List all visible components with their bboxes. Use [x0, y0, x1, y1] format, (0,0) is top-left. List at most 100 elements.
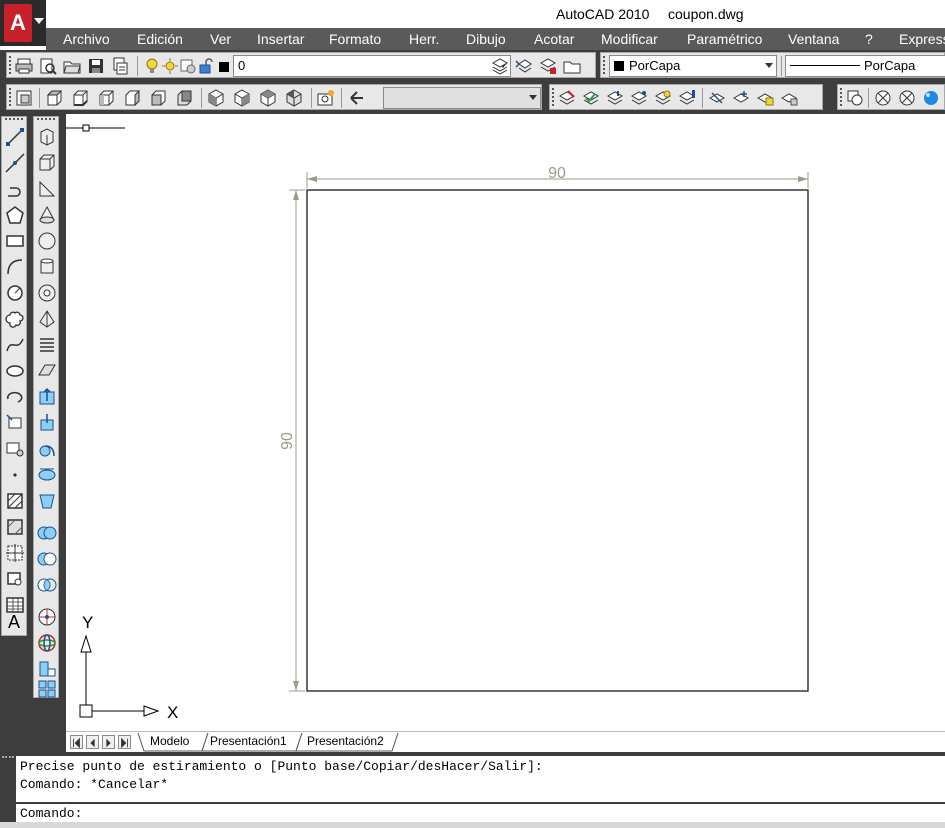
- sweep-icon[interactable]: [37, 439, 57, 459]
- layer-states-icon[interactable]: [539, 57, 557, 75]
- layer-viewport-icon[interactable]: [179, 57, 197, 75]
- menu-herr[interactable]: Herr.: [409, 31, 439, 47]
- pyramid-solid-icon[interactable]: [37, 309, 57, 329]
- helix-icon[interactable]: [37, 335, 57, 355]
- box-solid-icon[interactable]: [37, 153, 57, 173]
- 2d-wireframe-icon[interactable]: [874, 89, 892, 107]
- camera-icon[interactable]: [317, 89, 335, 107]
- linetype-dropdown[interactable]: PorCapa: [785, 55, 945, 77]
- print-icon[interactable]: [15, 57, 33, 75]
- vertical-dimension[interactable]: 90: [279, 189, 305, 692]
- sw-isometric-icon[interactable]: [207, 89, 225, 107]
- command-input[interactable]: Comando:: [16, 804, 945, 824]
- toolbar-grip[interactable]: [840, 88, 844, 106]
- circle-icon[interactable]: [5, 283, 25, 303]
- toolbar-grip[interactable]: [9, 88, 13, 106]
- tab-modelo[interactable]: Modelo: [150, 732, 189, 752]
- open-folder-icon[interactable]: [63, 57, 81, 75]
- polyline-icon[interactable]: [5, 179, 25, 199]
- extrude-icon[interactable]: [37, 387, 57, 407]
- toolbar-grip[interactable]: [5, 118, 23, 122]
- 3d-align-icon[interactable]: [37, 659, 57, 679]
- print-preview-icon[interactable]: [39, 57, 57, 75]
- layer-lock-icon[interactable]: [756, 89, 774, 107]
- tab-presentacion2[interactable]: Presentación2: [307, 732, 384, 752]
- se-isometric-icon[interactable]: [233, 89, 251, 107]
- menu-ayuda[interactable]: ?: [865, 31, 873, 47]
- layer-change-current-icon[interactable]: [582, 89, 600, 107]
- subtract-icon[interactable]: [37, 549, 57, 569]
- square-coupon-outline[interactable]: [306, 189, 809, 692]
- construction-line-icon[interactable]: [5, 153, 25, 173]
- layer-on-bulb-icon[interactable]: [143, 57, 161, 75]
- save-icon[interactable]: [87, 57, 105, 75]
- realistic-style-icon[interactable]: [922, 89, 940, 107]
- 3d-array-icon[interactable]: [37, 679, 57, 699]
- color-dropdown[interactable]: PorCapa: [609, 55, 777, 77]
- revolve-icon[interactable]: [37, 465, 57, 485]
- menu-ver[interactable]: Ver: [210, 31, 231, 47]
- 3d-rotate-icon[interactable]: [37, 633, 57, 653]
- view-bottom-cube-icon[interactable]: [71, 89, 89, 107]
- planar-surface-icon[interactable]: [37, 361, 57, 381]
- union-icon[interactable]: [37, 523, 57, 543]
- toolbar-grip[interactable]: [37, 118, 55, 122]
- spline-icon[interactable]: [5, 335, 25, 355]
- hidden-style-icon[interactable]: [898, 89, 916, 107]
- nw-isometric-icon[interactable]: [285, 89, 303, 107]
- layer-match-icon[interactable]: [558, 89, 576, 107]
- tab-presentacion1[interactable]: Presentación1: [210, 732, 287, 752]
- named-views-icon[interactable]: [15, 89, 33, 107]
- ucs-combo[interactable]: [383, 87, 541, 109]
- cone-solid-icon[interactable]: [37, 205, 57, 225]
- toolbar-grip[interactable]: [603, 56, 607, 74]
- gradient-icon[interactable]: [5, 517, 25, 537]
- menu-express[interactable]: Express: [899, 31, 945, 47]
- application-menu-button[interactable]: A: [0, 0, 46, 46]
- ne-isometric-icon[interactable]: [259, 89, 277, 107]
- layer-off-icon[interactable]: [708, 89, 726, 107]
- layer-isolate-icon[interactable]: [654, 89, 672, 107]
- layer-thaw-sun-icon[interactable]: [161, 57, 179, 75]
- hatch-icon[interactable]: [5, 491, 25, 511]
- layer-merge-icon[interactable]: [678, 89, 696, 107]
- horizontal-dimension[interactable]: 90: [306, 165, 809, 188]
- view-top-cube-icon[interactable]: [45, 89, 63, 107]
- layer-dropdown[interactable]: 0: [233, 55, 511, 77]
- layer-unlock-tool-icon[interactable]: [780, 89, 798, 107]
- layer-copy-objects-icon[interactable]: [606, 89, 624, 107]
- tab-last-button[interactable]: [118, 735, 131, 749]
- loft-icon[interactable]: [37, 491, 57, 511]
- menu-archivo[interactable]: Archivo: [63, 31, 110, 47]
- ucs-previous-icon[interactable]: [347, 89, 365, 107]
- presspull-icon[interactable]: [37, 413, 57, 433]
- tab-next-button[interactable]: [102, 735, 115, 749]
- polysolid-icon[interactable]: [37, 127, 57, 147]
- tab-prev-button[interactable]: [86, 735, 99, 749]
- toolbar-grip[interactable]: [9, 56, 13, 74]
- intersect-icon[interactable]: [37, 575, 57, 595]
- layer-unlock-icon[interactable]: [197, 57, 215, 75]
- line-icon[interactable]: [5, 127, 25, 147]
- drawing-area[interactable]: 90 90 Y X: [66, 114, 945, 731]
- publish-icon[interactable]: [111, 57, 129, 75]
- menu-acotar[interactable]: Acotar: [534, 31, 574, 47]
- arc-icon[interactable]: [5, 257, 25, 277]
- boundary-icon[interactable]: [5, 543, 25, 563]
- view-left-cube-icon[interactable]: [97, 89, 115, 107]
- menu-formato[interactable]: Formato: [329, 31, 381, 47]
- menu-edicion[interactable]: Edición: [137, 31, 183, 47]
- layer-freeze-icon[interactable]: [732, 89, 750, 107]
- menu-ventana[interactable]: Ventana: [788, 31, 839, 47]
- 3d-move-icon[interactable]: [37, 607, 57, 627]
- layer-folder-icon[interactable]: [563, 57, 581, 75]
- polygon-icon[interactable]: [5, 205, 25, 225]
- command-window-grip[interactable]: [2, 756, 14, 762]
- wedge-solid-icon[interactable]: [37, 179, 57, 199]
- make-block-icon[interactable]: [5, 439, 25, 459]
- layer-walk-icon[interactable]: [630, 89, 648, 107]
- menu-insertar[interactable]: Insertar: [257, 31, 304, 47]
- menu-dibujo[interactable]: Dibujo: [466, 31, 506, 47]
- multiline-text-icon[interactable]: A: [5, 611, 25, 635]
- revision-cloud-icon[interactable]: [5, 309, 25, 329]
